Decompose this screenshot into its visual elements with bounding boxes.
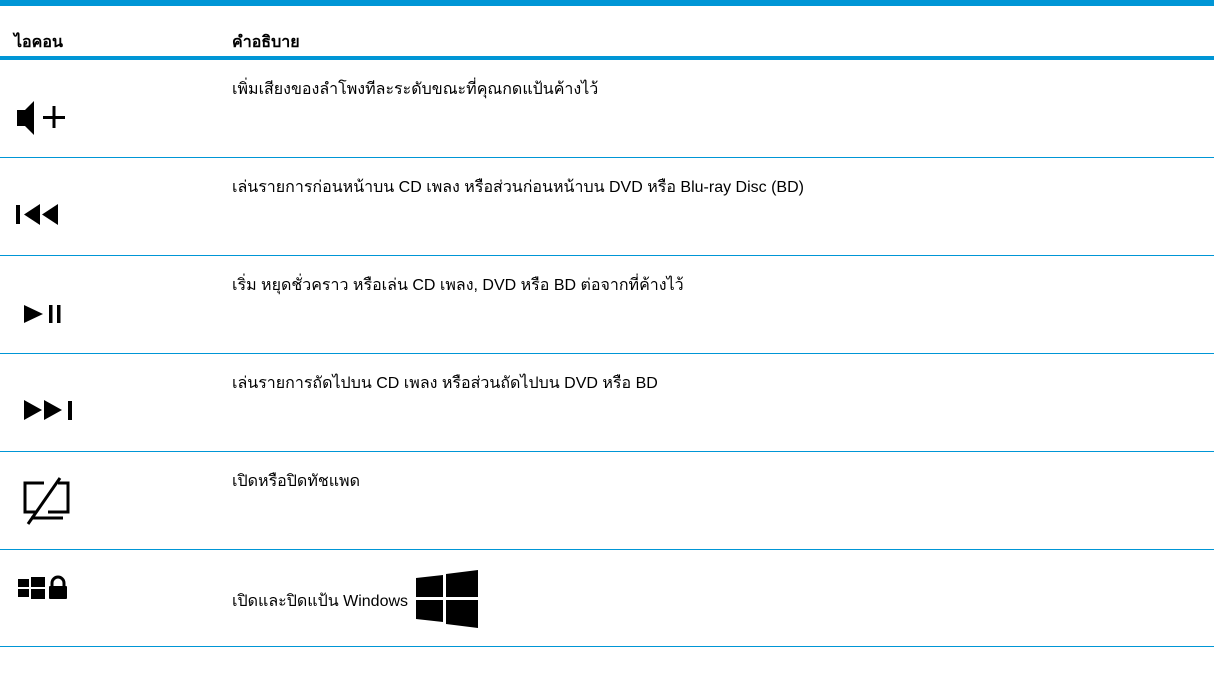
row-description: เพิ่มเสียงของลำโพงทีละระดับขณะที่คุณกดแป… <box>232 81 599 98</box>
windows-lock-icon <box>14 550 104 646</box>
table-row: เล่นรายการก่อนหน้าบน CD เพลง หรือส่วนก่อ… <box>0 158 1214 256</box>
header-description-column: คำอธิบาย <box>232 34 300 51</box>
windows-logo-icon <box>416 570 479 634</box>
table-row: เล่นรายการถัดไปบน CD เพลง หรือส่วนถัดไปบ… <box>0 354 1214 452</box>
table-row: เริ่ม หยุดชั่วคราว หรือเล่น CD เพลง, DVD… <box>0 256 1214 354</box>
volume-up-icon <box>14 60 104 157</box>
table-row: เปิดและปิดแป้น Windows <box>0 550 1214 647</box>
row-description: เปิดและปิดแป้น Windows <box>232 570 479 634</box>
action-keys-table: ไอคอน คำอธิบาย เพิ่มเสียงของลำโพงทีละระด… <box>0 0 1214 647</box>
table-row: เพิ่มเสียงของลำโพงทีละระดับขณะที่คุณกดแป… <box>0 60 1214 158</box>
next-track-icon <box>14 354 104 451</box>
row-description: เปิดหรือปิดทัชแพด <box>232 473 360 490</box>
previous-track-icon <box>14 158 104 255</box>
row-description: เริ่ม หยุดชั่วคราว หรือเล่น CD เพลง, DVD… <box>232 277 684 294</box>
row-description-text: เปิดและปิดแป้น Windows <box>232 593 409 610</box>
row-description: เล่นรายการก่อนหน้าบน CD เพลง หรือส่วนก่อ… <box>232 179 804 196</box>
header-icon-column: ไอคอน <box>14 34 63 51</box>
row-description: เล่นรายการถัดไปบน CD เพลง หรือส่วนถัดไปบ… <box>232 375 658 392</box>
table-header: ไอคอน คำอธิบาย <box>0 6 1214 60</box>
play-pause-icon <box>14 256 104 353</box>
touchpad-off-icon <box>14 452 104 549</box>
table-row: เปิดหรือปิดทัชแพด <box>0 452 1214 550</box>
